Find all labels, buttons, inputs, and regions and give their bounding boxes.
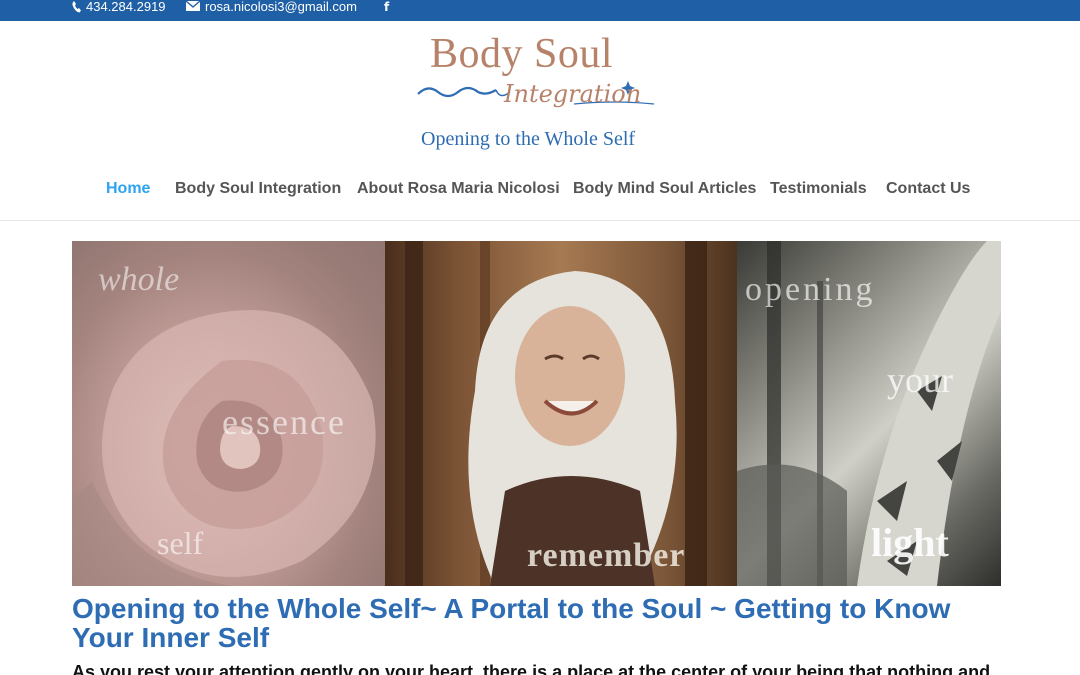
hero-word-remember: remember: [527, 537, 686, 574]
facebook-glyph: f: [384, 0, 390, 14]
nav-about-rosa[interactable]: About Rosa Maria Nicolosi: [357, 180, 560, 198]
facebook-icon[interactable]: f: [384, 0, 389, 21]
envelope-icon: [186, 1, 200, 11]
logo-tagline: Opening to the Whole Self: [421, 128, 636, 150]
hero-word-light: light: [871, 520, 949, 565]
hero-word-essence: essence: [222, 402, 346, 442]
top-bar: 434.284.2919 rosa.nicolosi3@gmail.com f: [0, 0, 1080, 21]
main-navigation: Home Body Soul Integration About Rosa Ma…: [0, 170, 1080, 206]
hero-word-opening: opening: [745, 271, 876, 308]
phone-number: 434.284.2919: [86, 0, 166, 14]
hero-word-your: your: [887, 360, 953, 400]
phone-contact[interactable]: 434.284.2919: [72, 0, 166, 21]
forest-panel: opening your light: [737, 241, 1001, 586]
nav-testimonials[interactable]: Testimonials: [770, 180, 867, 198]
nav-articles[interactable]: Body Mind Soul Articles: [573, 180, 756, 198]
rose-panel: whole essence self: [72, 241, 385, 586]
logo-title: Body Soul: [430, 31, 614, 77]
hero-banner: whole essence self remember opening your: [72, 241, 1001, 586]
email-address: rosa.nicolosi3@gmail.com: [205, 0, 357, 14]
portrait-image: [405, 241, 723, 586]
portrait-panel: remember: [385, 241, 737, 586]
hero-word-self: self: [157, 525, 204, 561]
post-title[interactable]: Opening to the Whole Self~ A Portal to t…: [72, 594, 972, 652]
site-logo[interactable]: Body Soul Integration Opening to the Who…: [412, 28, 668, 158]
email-contact[interactable]: rosa.nicolosi3@gmail.com: [186, 0, 357, 21]
nav-body-soul-integration[interactable]: Body Soul Integration: [175, 180, 341, 198]
hero-word-whole: whole: [98, 261, 180, 298]
header-divider: [0, 220, 1080, 221]
nav-contact-us[interactable]: Contact Us: [886, 180, 970, 198]
post-excerpt: As you rest your attention gently on you…: [72, 662, 991, 675]
nav-home[interactable]: Home: [106, 180, 150, 198]
phone-icon: [72, 1, 81, 13]
logo-script: Integration: [504, 80, 642, 108]
